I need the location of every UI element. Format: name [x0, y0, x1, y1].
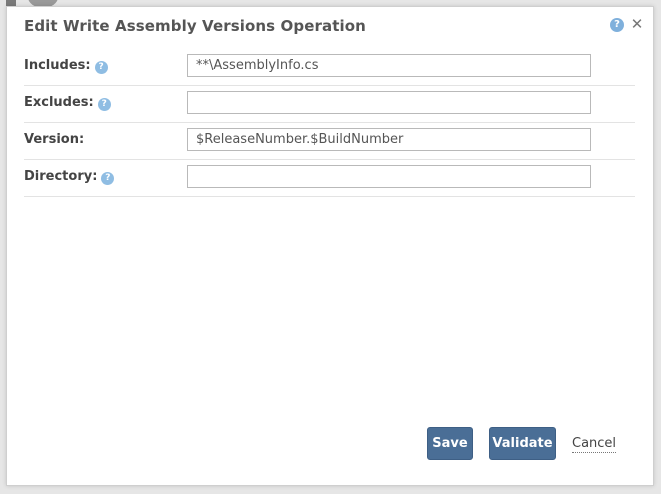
- directory-label: Directory:?: [24, 169, 115, 185]
- includes-label: Includes:?: [24, 58, 108, 74]
- form-row-directory: Directory:?: [24, 160, 635, 197]
- form-row-includes: Includes:?: [24, 49, 635, 86]
- directory-input[interactable]: [187, 165, 591, 188]
- excludes-input[interactable]: [187, 91, 591, 114]
- version-label-text: Version:: [24, 132, 85, 147]
- help-icon[interactable]: ?: [97, 98, 111, 111]
- save-button[interactable]: Save: [427, 427, 473, 460]
- edit-operation-dialog: Edit Write Assembly Versions Operation ?…: [6, 6, 654, 486]
- close-icon[interactable]: ✕: [630, 16, 644, 32]
- dialog-title: Edit Write Assembly Versions Operation: [24, 17, 366, 35]
- directory-label-text: Directory:: [24, 169, 98, 184]
- includes-label-text: Includes:: [24, 58, 91, 73]
- help-icon[interactable]: ?: [94, 61, 108, 74]
- validate-button[interactable]: Validate: [489, 427, 556, 460]
- excludes-label: Excludes:?: [24, 95, 111, 111]
- cancel-link[interactable]: Cancel: [572, 436, 617, 453]
- excludes-label-text: Excludes:: [24, 95, 94, 110]
- includes-input[interactable]: [187, 54, 591, 77]
- form-row-excludes: Excludes:?: [24, 86, 635, 123]
- help-icon[interactable]: ?: [610, 18, 624, 32]
- version-label: Version:: [24, 132, 84, 147]
- version-input[interactable]: [187, 128, 591, 151]
- form-row-version: Version:: [24, 123, 635, 160]
- help-icon[interactable]: ?: [101, 172, 115, 185]
